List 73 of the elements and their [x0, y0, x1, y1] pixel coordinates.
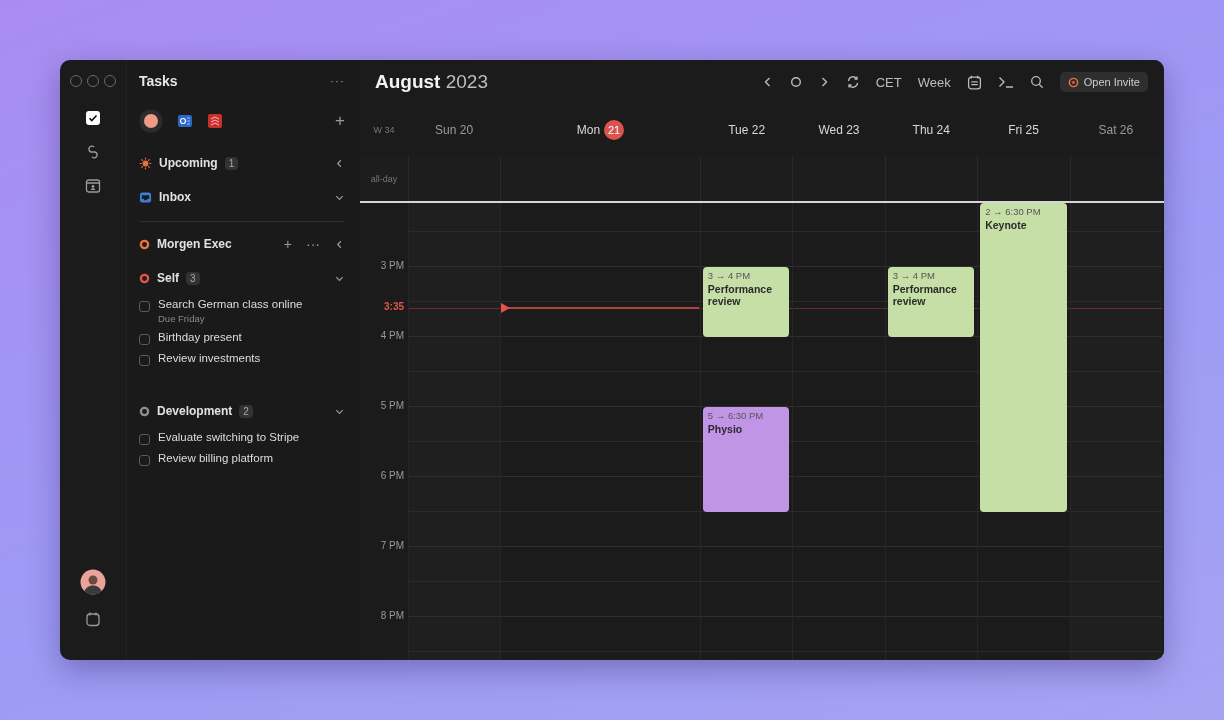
day-header: Fri 25 [1008, 123, 1039, 137]
invite-logo-icon [1067, 76, 1079, 88]
task-checkbox[interactable] [139, 301, 150, 312]
section-title[interactable]: Self [157, 271, 179, 285]
calendar-icon[interactable] [966, 74, 982, 90]
due-date: Due Friday [158, 313, 206, 324]
add-button[interactable]: + [283, 236, 292, 252]
event-time: 3 → 4 PM [892, 270, 936, 282]
day-column[interactable]: 3 → 4 PM Performance review 5 → 6:30 PM Physio [699, 203, 793, 660]
count-badge: 2 [239, 404, 253, 418]
add-button[interactable]: + [335, 111, 345, 131]
calendar-icon[interactable] [85, 611, 101, 627]
terminal-icon[interactable] [997, 75, 1014, 89]
task-title[interactable]: Birthday present [158, 331, 242, 343]
day-header: Thu 24 [912, 123, 950, 137]
account-circle-icon[interactable] [139, 109, 163, 133]
day-header: Tue 22 [728, 123, 766, 137]
avatar[interactable] [80, 569, 106, 595]
hour-label: 5 PM [380, 400, 404, 412]
event-time: 2 → 6:30 PM [985, 206, 1042, 217]
current-time-label: 3:35 [384, 301, 404, 312]
refresh-icon[interactable] [845, 75, 860, 89]
timezone-button[interactable]: CET [875, 74, 902, 90]
hour-label: 4 PM [380, 330, 404, 342]
day-header: Wed 23 [818, 123, 860, 137]
open-invite-button[interactable]: Open Invite [1059, 72, 1148, 92]
event-time: 5 → 6:30 PM [707, 410, 765, 422]
task-checkbox[interactable] [139, 455, 150, 466]
section-title[interactable]: Morgen Exec [157, 237, 232, 251]
view-button[interactable]: Week [917, 74, 951, 90]
task-title[interactable]: Review billing platform [158, 452, 274, 464]
calendar-event[interactable]: 5 → 6:30 PM Physio [702, 407, 790, 513]
section-title[interactable]: Development [157, 404, 233, 418]
panel-title: Tasks [139, 73, 178, 89]
hour-label: 3 PM [380, 260, 404, 272]
calendar-event[interactable]: 2 → 6:30 PM Keynote [980, 203, 1067, 513]
task-checkbox[interactable] [139, 434, 150, 445]
event-title: Physio [707, 423, 744, 436]
day-header: Sun 20 [435, 123, 474, 137]
all-day-area[interactable]: all-day [360, 156, 1164, 203]
circle-icon[interactable] [789, 76, 802, 88]
task-title[interactable]: Review investments [158, 352, 261, 364]
hour-label: 8 PM [380, 610, 404, 622]
calendar-event[interactable]: 3 → 4 PM Performance review [887, 267, 975, 338]
task-title[interactable]: Search German class online [158, 298, 303, 310]
task-title[interactable]: Evaluate switching to Stripe [158, 431, 300, 443]
task-checkbox[interactable] [139, 355, 150, 366]
calendar-event[interactable]: 3 → 4 PM Performance review [702, 267, 790, 338]
section-title[interactable]: Inbox [159, 190, 191, 204]
loop-icon[interactable] [85, 144, 101, 160]
event-title: Performance review [707, 283, 774, 308]
count-badge: 1 [224, 156, 239, 170]
hour-label: 7 PM [380, 540, 404, 552]
hour-label: 6 PM [380, 470, 404, 482]
today-date-badge: 21 [604, 120, 625, 140]
all-day-label: all-day [370, 173, 398, 184]
more-button[interactable]: ··· [306, 236, 320, 252]
section-title[interactable]: Upcoming [159, 156, 218, 170]
more-button[interactable]: ··· [330, 74, 345, 88]
week-number: W 34 [373, 125, 395, 135]
day-header: Mon [576, 123, 601, 137]
event-title: Keynote [985, 219, 1028, 231]
task-checkbox[interactable] [139, 334, 150, 345]
day-column[interactable]: 2 → 6:30 PM Keynote [977, 203, 1070, 660]
day-header: Sat 26 [1098, 123, 1134, 137]
count-badge: 3 [186, 271, 200, 285]
event-time: 3 → 4 PM [707, 270, 752, 282]
day-column[interactable]: 3 → 4 PM Performance review [884, 203, 978, 660]
contact-card-icon[interactable] [85, 178, 101, 194]
checkbox-icon[interactable] [85, 110, 101, 126]
search-icon[interactable] [1029, 75, 1044, 89]
event-title: Performance review [892, 283, 958, 308]
month-title: August 2023 [375, 71, 488, 93]
